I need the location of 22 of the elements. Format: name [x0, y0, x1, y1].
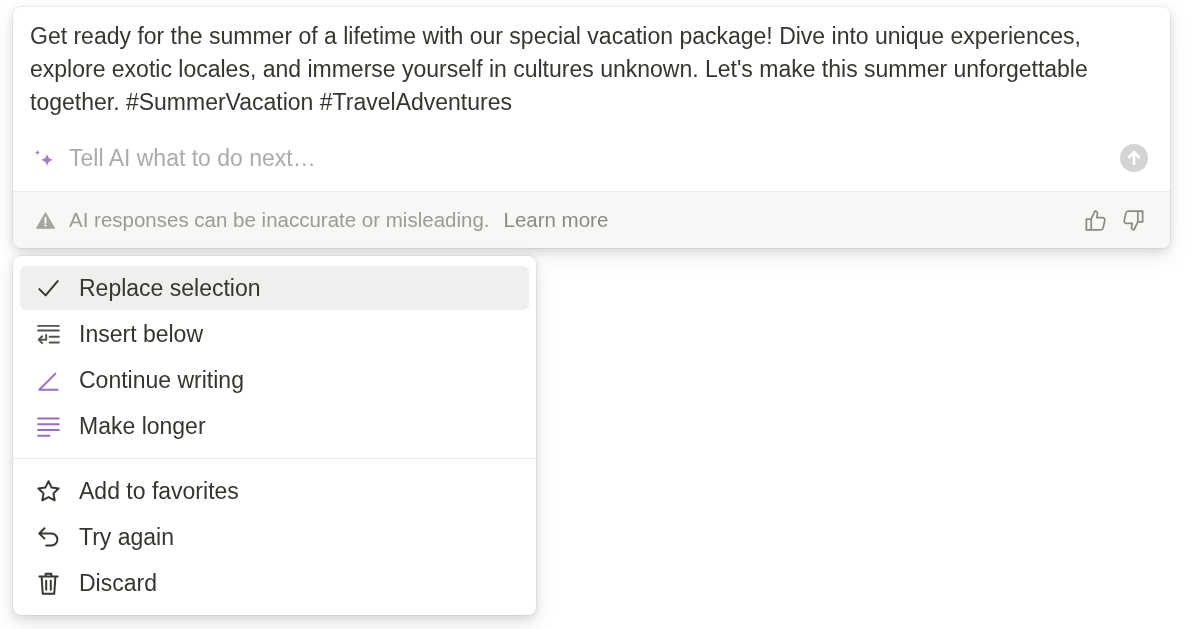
menu-item[interactable]: Discard — [20, 561, 529, 605]
text-lines-icon — [37, 414, 60, 438]
insert-below-icon — [37, 322, 60, 346]
response-text: Get ready for the summer of a lifetime with our special vacation package! Dive into unique experiences, explore exotic locales, and immerse yourself in cultures unknown. Let's make this summer unforgettable together. #SummerVacation #TravelAdventures — [29, 22, 1089, 117]
thumbs-down-icon — [1123, 209, 1144, 231]
menu-item[interactable]: Continue writing — [20, 358, 529, 402]
thumbs-down-button[interactable] — [1123, 209, 1144, 231]
arrow-up-icon — [1128, 151, 1140, 165]
menu-item[interactable]: Insert below — [20, 312, 529, 356]
menu-item[interactable]: Make longer — [20, 404, 529, 448]
menu-item[interactable]: Add to favorites — [20, 469, 529, 513]
menu-item[interactable]: Try again — [20, 515, 529, 559]
menu-item[interactable]: Replace selection — [20, 266, 529, 310]
thumbs-up-icon — [1085, 209, 1106, 231]
undo-arrow-icon — [37, 525, 60, 549]
warning-icon — [36, 211, 55, 229]
star-icon — [37, 479, 60, 503]
sparkle-icon — [34, 149, 54, 167]
thumbs-up-button[interactable] — [1085, 209, 1106, 231]
prompt-input[interactable]: Tell AI what to do next… — [69, 141, 1120, 175]
trash-icon — [37, 571, 60, 595]
disclaimer-text: AI responses can be inaccurate or misleading. — [69, 208, 490, 232]
